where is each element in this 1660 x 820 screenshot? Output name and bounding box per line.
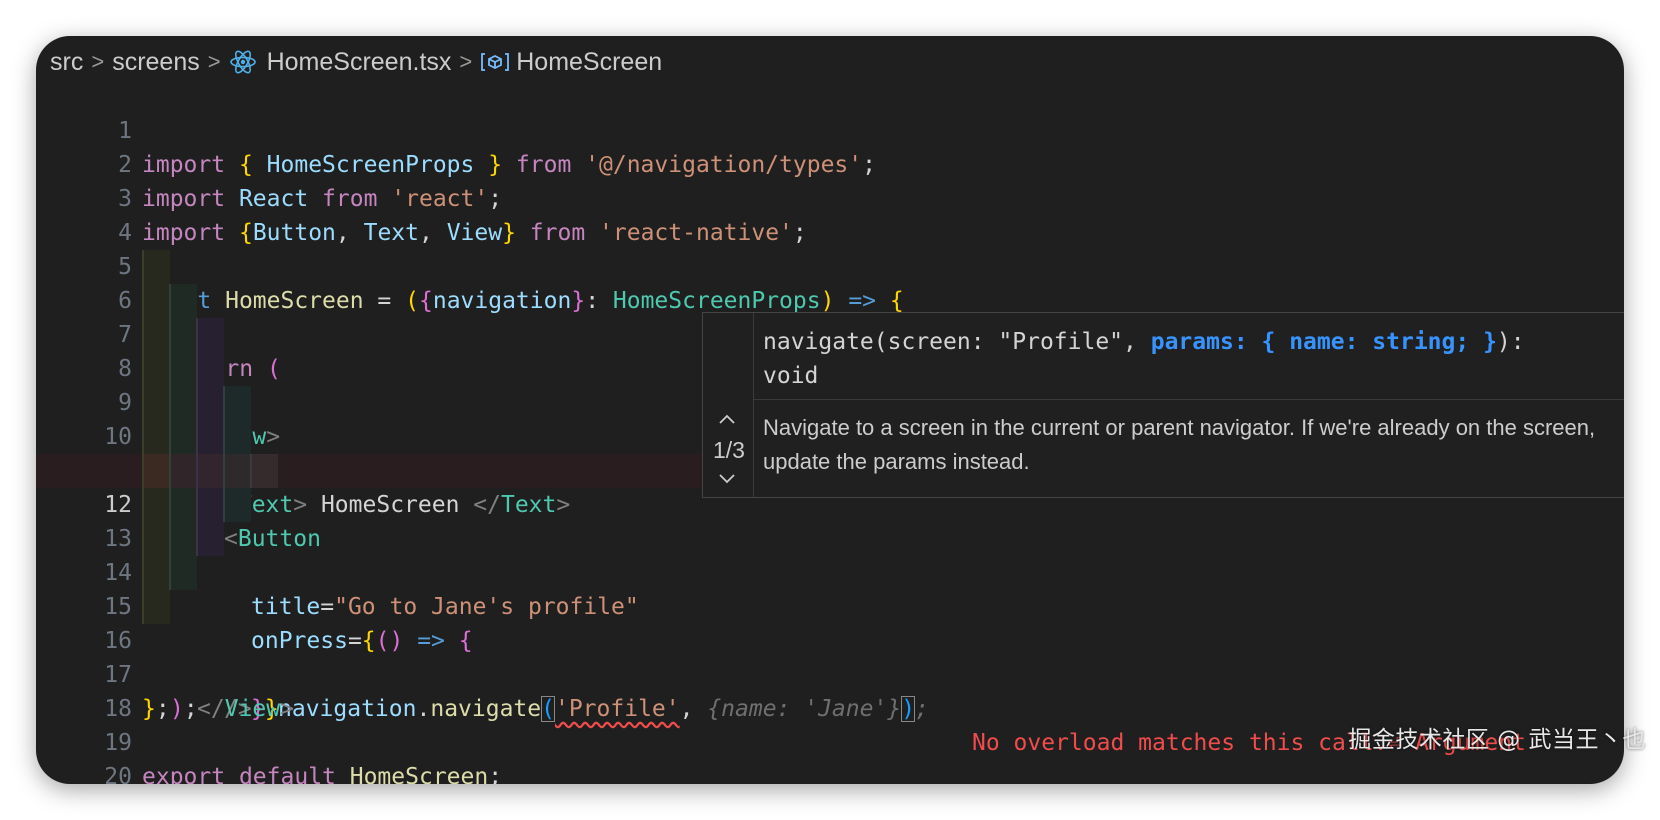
breadcrumb-item-src[interactable]: src xyxy=(50,48,83,77)
indent-guide xyxy=(142,590,170,624)
indent-guide xyxy=(169,488,197,522)
indent-guide xyxy=(142,420,170,454)
code-line: 17 }; xyxy=(36,624,1624,722)
indent-guide xyxy=(142,250,170,284)
indent-guide xyxy=(223,386,251,420)
indent-guide xyxy=(142,352,170,386)
indent-guide xyxy=(223,488,251,522)
code-line: 14 /> xyxy=(36,522,1624,722)
indent-guide xyxy=(169,556,197,590)
signature-prefix: navigate(screen: "Profile", xyxy=(763,329,1151,355)
breadcrumb-item-symbol[interactable]: HomeScreen xyxy=(516,48,662,77)
editor-window: src > screens > HomeScreen.tsx > HomeScr… xyxy=(36,36,1624,784)
indent-guide xyxy=(142,488,170,522)
indent-guide xyxy=(142,522,170,556)
breadcrumb-separator: > xyxy=(459,49,473,74)
overload-navigator: 1/3 xyxy=(703,313,754,497)
signature-suffix: ): xyxy=(1496,329,1525,355)
indent-guide xyxy=(142,386,170,420)
code-line: 16 ); xyxy=(36,590,1624,722)
code-text: export default HomeScreen; xyxy=(142,764,503,784)
indent-guide xyxy=(196,352,224,386)
indent-guide xyxy=(196,386,224,420)
chevron-down-icon[interactable] xyxy=(718,469,736,487)
breadcrumb-item-file[interactable]: HomeScreen.tsx xyxy=(267,48,452,77)
code-editor[interactable]: 1 import { HomeScreenProps } from '@/nav… xyxy=(36,80,1624,784)
signature-description: Navigate to a screen in the current or p… xyxy=(763,415,1596,474)
signature-return-type: void xyxy=(763,363,819,389)
hover-divider xyxy=(753,399,1624,400)
code-line: 5 const HomeScreen = ({navigation}: Home… xyxy=(36,216,1624,314)
code-line: 2 import React from 'react'; xyxy=(36,114,1624,212)
indent-guide xyxy=(196,454,224,488)
indent-guide xyxy=(196,420,224,454)
indent-guide xyxy=(169,352,197,386)
code-line: 4 xyxy=(36,182,1624,246)
indent-guide xyxy=(196,488,224,522)
indent-guide xyxy=(142,284,170,318)
watermark: 掘金技术社区 @ 武当王丶也 xyxy=(1348,727,1646,753)
react-icon xyxy=(229,50,256,74)
breadcrumb-item-screens[interactable]: screens xyxy=(112,48,200,77)
indent-guide xyxy=(142,318,170,352)
signature: navigate(screen: "Profile", params: { na… xyxy=(763,325,1624,393)
breadcrumb-separator: > xyxy=(207,49,221,74)
indent-guide xyxy=(223,454,251,488)
indent-guide xyxy=(250,454,278,488)
indent-guide xyxy=(142,556,170,590)
line-number: 20 xyxy=(104,764,132,784)
indent-guide xyxy=(196,522,224,556)
code-line: 18 xyxy=(36,658,1624,722)
indent-guide xyxy=(196,318,224,352)
hover-tooltip[interactable]: 1/3 navigate(screen: "Profile", params: … xyxy=(702,312,1624,498)
signature-active-param: params: { name: string; } xyxy=(1150,329,1497,355)
indent-guide xyxy=(169,420,197,454)
indent-guide xyxy=(169,386,197,420)
overload-counter: 1/3 xyxy=(713,437,745,463)
code-line: 15 </View> xyxy=(36,556,1624,722)
chevron-up-icon[interactable] xyxy=(718,411,736,429)
indent-guide xyxy=(169,454,197,488)
indent-guide xyxy=(223,420,251,454)
indent-guide xyxy=(169,284,197,318)
code-line: 1 import { HomeScreenProps } from '@/nav… xyxy=(36,80,1624,178)
breadcrumb-separator: > xyxy=(91,49,105,74)
breadcrumb: src > screens > HomeScreen.tsx > HomeScr… xyxy=(50,42,662,82)
code-line: 6 return ( xyxy=(36,250,1624,382)
indent-guide xyxy=(169,522,197,556)
indent-guide xyxy=(169,318,197,352)
symbol-variable-icon xyxy=(481,53,510,71)
indent-guide xyxy=(142,454,170,488)
code-line: 3 import {Button, Text, View} from 'reac… xyxy=(36,148,1624,246)
